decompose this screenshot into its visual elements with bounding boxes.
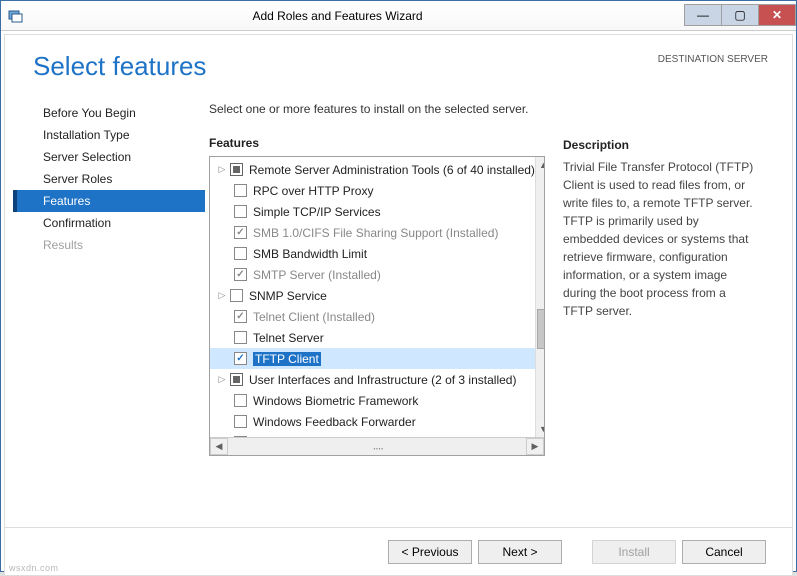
feature-label: Simple TCP/IP Services: [253, 205, 381, 219]
description-heading: Description: [563, 138, 755, 152]
feature-checkbox: [234, 310, 247, 323]
destination-label: DESTINATION SERVER: [658, 53, 768, 66]
wizard-window: Add Roles and Features Wizard — ▢ ✕ Sele…: [0, 0, 797, 572]
tree-items: ▷ Remote Server Administration Tools (6 o…: [210, 157, 535, 437]
horizontal-scrollbar[interactable]: ◀ ᠁ ▶: [210, 437, 544, 455]
app-icon: [7, 7, 25, 25]
scroll-down-button[interactable]: ▼: [536, 421, 544, 437]
expander-icon[interactable]: ▷: [214, 290, 230, 301]
page-title: Select features: [33, 51, 658, 82]
feature-row[interactable]: Telnet Client (Installed): [210, 306, 535, 327]
nav-item-features[interactable]: Features: [13, 190, 205, 212]
next-button[interactable]: Next >: [478, 540, 562, 564]
titlebar: Add Roles and Features Wizard — ▢ ✕: [1, 1, 796, 31]
wizard-nav: Before You BeginInstallation TypeServer …: [5, 102, 205, 456]
scroll-left-button[interactable]: ◀: [210, 438, 228, 455]
feature-checkbox[interactable]: [234, 184, 247, 197]
scroll-up-button[interactable]: ▲: [536, 157, 544, 173]
feature-label: TFTP Client: [253, 352, 321, 366]
feature-row[interactable]: Simple TCP/IP Services: [210, 201, 535, 222]
hscroll-track[interactable]: ᠁: [228, 438, 526, 455]
feature-checkbox: [234, 268, 247, 281]
features-tree: ▷ Remote Server Administration Tools (6 o…: [209, 156, 545, 456]
feature-checkbox[interactable]: [234, 331, 247, 344]
header-row: Select features DESTINATION SERVER: [5, 35, 792, 82]
scroll-right-button[interactable]: ▶: [526, 438, 544, 455]
feature-row[interactable]: SMB 1.0/CIFS File Sharing Support (Insta…: [210, 222, 535, 243]
feature-row[interactable]: SMB Bandwidth Limit: [210, 243, 535, 264]
feature-row[interactable]: ▷ User Interfaces and Infrastructure (2 o…: [210, 369, 535, 390]
window-controls: — ▢ ✕: [684, 5, 796, 26]
vertical-scrollbar[interactable]: ▲ ▼: [535, 157, 544, 437]
feature-checkbox[interactable]: [234, 415, 247, 428]
feature-checkbox[interactable]: [234, 247, 247, 260]
expander-icon[interactable]: ▷: [214, 164, 230, 175]
nav-item-before-you-begin[interactable]: Before You Begin: [13, 102, 205, 124]
nav-item-confirmation[interactable]: Confirmation: [13, 212, 205, 234]
footer: < Previous Next > Install Cancel: [5, 527, 792, 575]
feature-checkbox[interactable]: [234, 352, 247, 365]
nav-item-results: Results: [13, 234, 205, 256]
nav-item-installation-type[interactable]: Installation Type: [13, 124, 205, 146]
feature-label: Windows Feedback Forwarder: [253, 415, 416, 429]
feature-checkbox[interactable]: [234, 394, 247, 407]
scroll-thumb[interactable]: [537, 309, 544, 349]
previous-button[interactable]: < Previous: [388, 540, 472, 564]
description-text: Trivial File Transfer Protocol (TFTP) Cl…: [563, 158, 755, 320]
feature-row[interactable]: Windows Feedback Forwarder: [210, 411, 535, 432]
feature-checkbox[interactable]: [234, 205, 247, 218]
feature-checkbox[interactable]: [230, 163, 243, 176]
feature-row[interactable]: RPC over HTTP Proxy: [210, 180, 535, 201]
install-button[interactable]: Install: [592, 540, 676, 564]
feature-row[interactable]: ▷ SNMP Service: [210, 285, 535, 306]
feature-label: Windows Identity Foundation 3.5: [253, 436, 427, 438]
destination-block: DESTINATION SERVER: [658, 51, 768, 66]
features-heading: Features: [209, 136, 545, 150]
feature-label: User Interfaces and Infrastructure (2 of…: [249, 373, 516, 387]
feature-label: Telnet Server: [253, 331, 324, 345]
feature-label: SMB 1.0/CIFS File Sharing Support (Insta…: [253, 226, 498, 240]
feature-label: SMTP Server (Installed): [253, 268, 381, 282]
nav-item-server-selection[interactable]: Server Selection: [13, 146, 205, 168]
feature-label: SNMP Service: [249, 289, 327, 303]
wizard-body: Select features DESTINATION SERVER Befor…: [4, 34, 793, 576]
minimize-button[interactable]: —: [684, 4, 722, 26]
features-column: Select one or more features to install o…: [209, 102, 545, 456]
feature-checkbox[interactable]: [234, 436, 247, 437]
feature-row[interactable]: Windows Biometric Framework: [210, 390, 535, 411]
feature-checkbox[interactable]: [230, 373, 243, 386]
instruction-text: Select one or more features to install o…: [209, 102, 545, 116]
feature-row[interactable]: ▷ Remote Server Administration Tools (6 o…: [210, 159, 535, 180]
feature-row[interactable]: Windows Identity Foundation 3.5: [210, 432, 535, 437]
main-pane: Select one or more features to install o…: [205, 102, 792, 456]
feature-label: SMB Bandwidth Limit: [253, 247, 367, 261]
window-title: Add Roles and Features Wizard: [31, 9, 684, 23]
feature-row[interactable]: TFTP Client: [210, 348, 535, 369]
maximize-button[interactable]: ▢: [721, 4, 759, 26]
hscroll-grip-icon: ᠁: [371, 438, 383, 456]
feature-label: Telnet Client (Installed): [253, 310, 375, 324]
tree-viewport: ▷ Remote Server Administration Tools (6 o…: [210, 157, 544, 437]
description-column: Description Trivial File Transfer Protoc…: [545, 102, 755, 456]
nav-item-server-roles[interactable]: Server Roles: [13, 168, 205, 190]
expander-icon[interactable]: ▷: [214, 374, 230, 385]
body-row: Before You BeginInstallation TypeServer …: [5, 82, 792, 456]
feature-checkbox[interactable]: [230, 289, 243, 302]
feature-row[interactable]: SMTP Server (Installed): [210, 264, 535, 285]
feature-label: Remote Server Administration Tools (6 of…: [249, 163, 535, 177]
feature-label: RPC over HTTP Proxy: [253, 184, 373, 198]
scroll-track[interactable]: [536, 173, 544, 421]
feature-checkbox: [234, 226, 247, 239]
cancel-button[interactable]: Cancel: [682, 540, 766, 564]
close-button[interactable]: ✕: [758, 4, 796, 26]
feature-label: Windows Biometric Framework: [253, 394, 418, 408]
feature-row[interactable]: Telnet Server: [210, 327, 535, 348]
